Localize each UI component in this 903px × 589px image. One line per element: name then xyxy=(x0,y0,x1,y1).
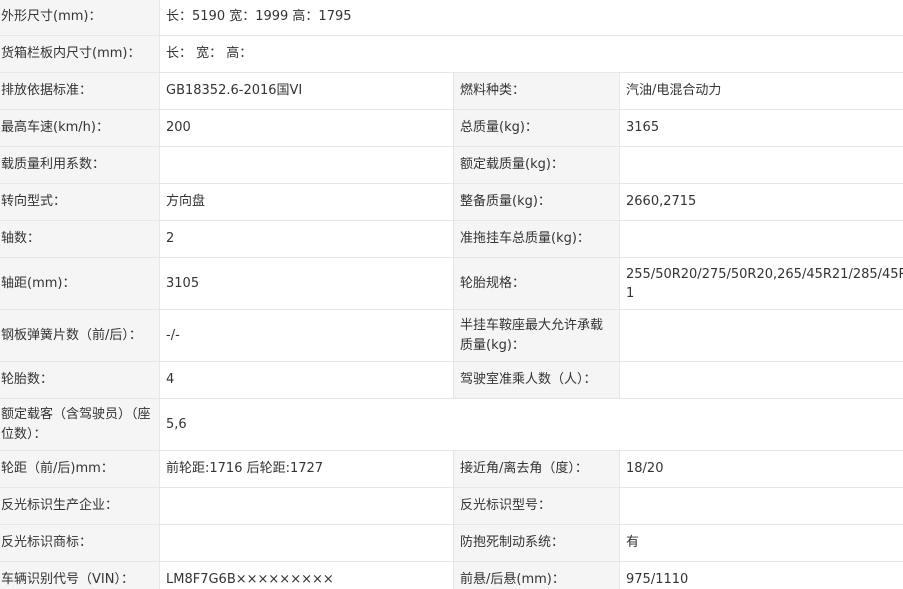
spec-label-seating-capacity: 额定载客（含驾驶员）（座位数）： xyxy=(0,398,160,451)
table-row: 最高车速(km/h)： 200 总质量(kg)： 3165 xyxy=(0,109,903,147)
table-row: 轴数： 2 准拖挂车总质量(kg)： xyxy=(0,220,903,258)
spec-value-rated-load xyxy=(618,146,903,184)
spec-value-reflector-brand xyxy=(159,524,454,562)
spec-label-max-speed: 最高车速(km/h)： xyxy=(0,109,160,147)
table-row: 钢板弹簧片数（前/后）： -/- 半挂车鞍座最大允许承载质量(kg)： xyxy=(0,309,903,362)
spec-label-emission-standard: 排放依据标准： xyxy=(0,72,160,110)
table-row: 轮距（前/后)mm： 前轮距:1716 后轮距:1727 接近角/离去角（度）：… xyxy=(0,450,903,488)
spec-value-load-utilization xyxy=(159,146,454,184)
spec-label-reflector-manufacturer: 反光标识生产企业： xyxy=(0,487,160,525)
spec-label-steering-type: 转向型式： xyxy=(0,183,160,221)
spec-label-reflector-model: 反光标识型号： xyxy=(453,487,620,525)
spec-label-fuel-type: 燃料种类： xyxy=(453,72,620,110)
table-row: 轴距(mm)： 3105 轮胎规格： 255/50R20/275/50R20,2… xyxy=(0,257,903,310)
spec-label-wheelbase: 轴距(mm)： xyxy=(0,257,160,310)
spec-label-leaf-springs: 钢板弹簧片数（前/后）： xyxy=(0,309,160,362)
spec-label-approach-departure-angle: 接近角/离去角（度）： xyxy=(453,450,620,488)
spec-value-approach-departure-angle: 18/20 xyxy=(618,450,903,488)
spec-label-axle-count: 轴数： xyxy=(0,220,160,258)
table-row: 反光标识生产企业： 反光标识型号： xyxy=(0,487,903,525)
spec-value-trailer-mass xyxy=(618,220,903,258)
spec-value-emission-standard: GB18352.6-2016国VI xyxy=(159,72,454,110)
spec-value-wheelbase: 3105 xyxy=(159,257,454,310)
table-row: 额定载客（含驾驶员）（座位数）： 5,6 xyxy=(0,398,903,451)
spec-value-abs: 有 xyxy=(618,524,903,562)
spec-label-cab-occupants: 驾驶室准乘人数（人）： xyxy=(453,361,620,399)
spec-value-seating-capacity: 5,6 xyxy=(158,398,903,451)
vehicle-spec-table: 外形尺寸(mm)： 长：5190 宽：1999 高：1795 货箱栏板内尺寸(m… xyxy=(0,0,903,589)
spec-value-dimensions: 长：5190 宽：1999 高：1795 xyxy=(158,0,903,36)
spec-label-reflector-brand: 反光标识商标： xyxy=(0,524,160,562)
spec-value-cab-occupants xyxy=(618,361,903,399)
spec-value-fuel-type: 汽油/电混合动力 xyxy=(618,72,903,110)
spec-label-tire-spec: 轮胎规格： xyxy=(453,257,620,310)
spec-label-tire-count: 轮胎数： xyxy=(0,361,160,399)
spec-value-axle-count: 2 xyxy=(159,220,454,258)
spec-value-max-speed: 200 xyxy=(159,109,454,147)
spec-label-gross-mass: 总质量(kg)： xyxy=(453,109,620,147)
spec-label-saddle-load: 半挂车鞍座最大允许承载质量(kg)： xyxy=(453,309,620,362)
spec-label-rated-load: 额定载质量(kg)： xyxy=(453,146,620,184)
table-row: 排放依据标准： GB18352.6-2016国VI 燃料种类： 汽油/电混合动力 xyxy=(0,72,903,110)
table-row: 外形尺寸(mm)： 长：5190 宽：1999 高：1795 xyxy=(0,0,903,36)
spec-grid: 外形尺寸(mm)： 长：5190 宽：1999 高：1795 货箱栏板内尺寸(m… xyxy=(0,0,903,589)
table-row: 反光标识商标： 防抱死制动系统： 有 xyxy=(0,524,903,562)
table-row: 轮胎数： 4 驾驶室准乘人数（人）： xyxy=(0,361,903,399)
spec-label-dimensions: 外形尺寸(mm)： xyxy=(0,0,160,36)
table-row: 货箱栏板内尺寸(mm)： 长： 宽： 高： xyxy=(0,35,903,73)
table-row: 转向型式： 方向盘 整备质量(kg)： 2660,2715 xyxy=(0,183,903,221)
spec-value-vin: LM8F7G6B××××××××× xyxy=(159,561,454,589)
spec-label-trailer-mass: 准拖挂车总质量(kg)： xyxy=(453,220,620,258)
spec-value-tire-spec: 255/50R20/275/50R20,265/45R21/285/45R21 xyxy=(618,257,903,310)
spec-value-track-width: 前轮距:1716 后轮距:1727 xyxy=(159,450,454,488)
spec-value-saddle-load xyxy=(618,309,903,362)
spec-value-cargo-box-dimensions: 长： 宽： 高： xyxy=(158,35,903,73)
table-row: 载质量利用系数： 额定载质量(kg)： xyxy=(0,146,903,184)
spec-value-steering-type: 方向盘 xyxy=(159,183,454,221)
spec-label-load-utilization: 载质量利用系数： xyxy=(0,146,160,184)
spec-label-overhang: 前悬/后悬(mm)： xyxy=(453,561,620,589)
spec-label-vin: 车辆识别代号（VIN）： xyxy=(0,561,160,589)
spec-label-cargo-box-dimensions: 货箱栏板内尺寸(mm)： xyxy=(0,35,160,73)
spec-value-overhang: 975/1110 xyxy=(618,561,903,589)
spec-label-abs: 防抱死制动系统： xyxy=(453,524,620,562)
spec-value-reflector-manufacturer xyxy=(159,487,454,525)
table-row: 车辆识别代号（VIN）： LM8F7G6B××××××××× 前悬/后悬(mm)… xyxy=(0,561,903,589)
spec-value-leaf-springs: -/- xyxy=(159,309,454,362)
spec-label-curb-weight: 整备质量(kg)： xyxy=(453,183,620,221)
spec-label-track-width: 轮距（前/后)mm： xyxy=(0,450,160,488)
spec-value-reflector-model xyxy=(618,487,903,525)
spec-value-tire-count: 4 xyxy=(159,361,454,399)
spec-value-gross-mass: 3165 xyxy=(618,109,903,147)
spec-value-curb-weight: 2660,2715 xyxy=(618,183,903,221)
